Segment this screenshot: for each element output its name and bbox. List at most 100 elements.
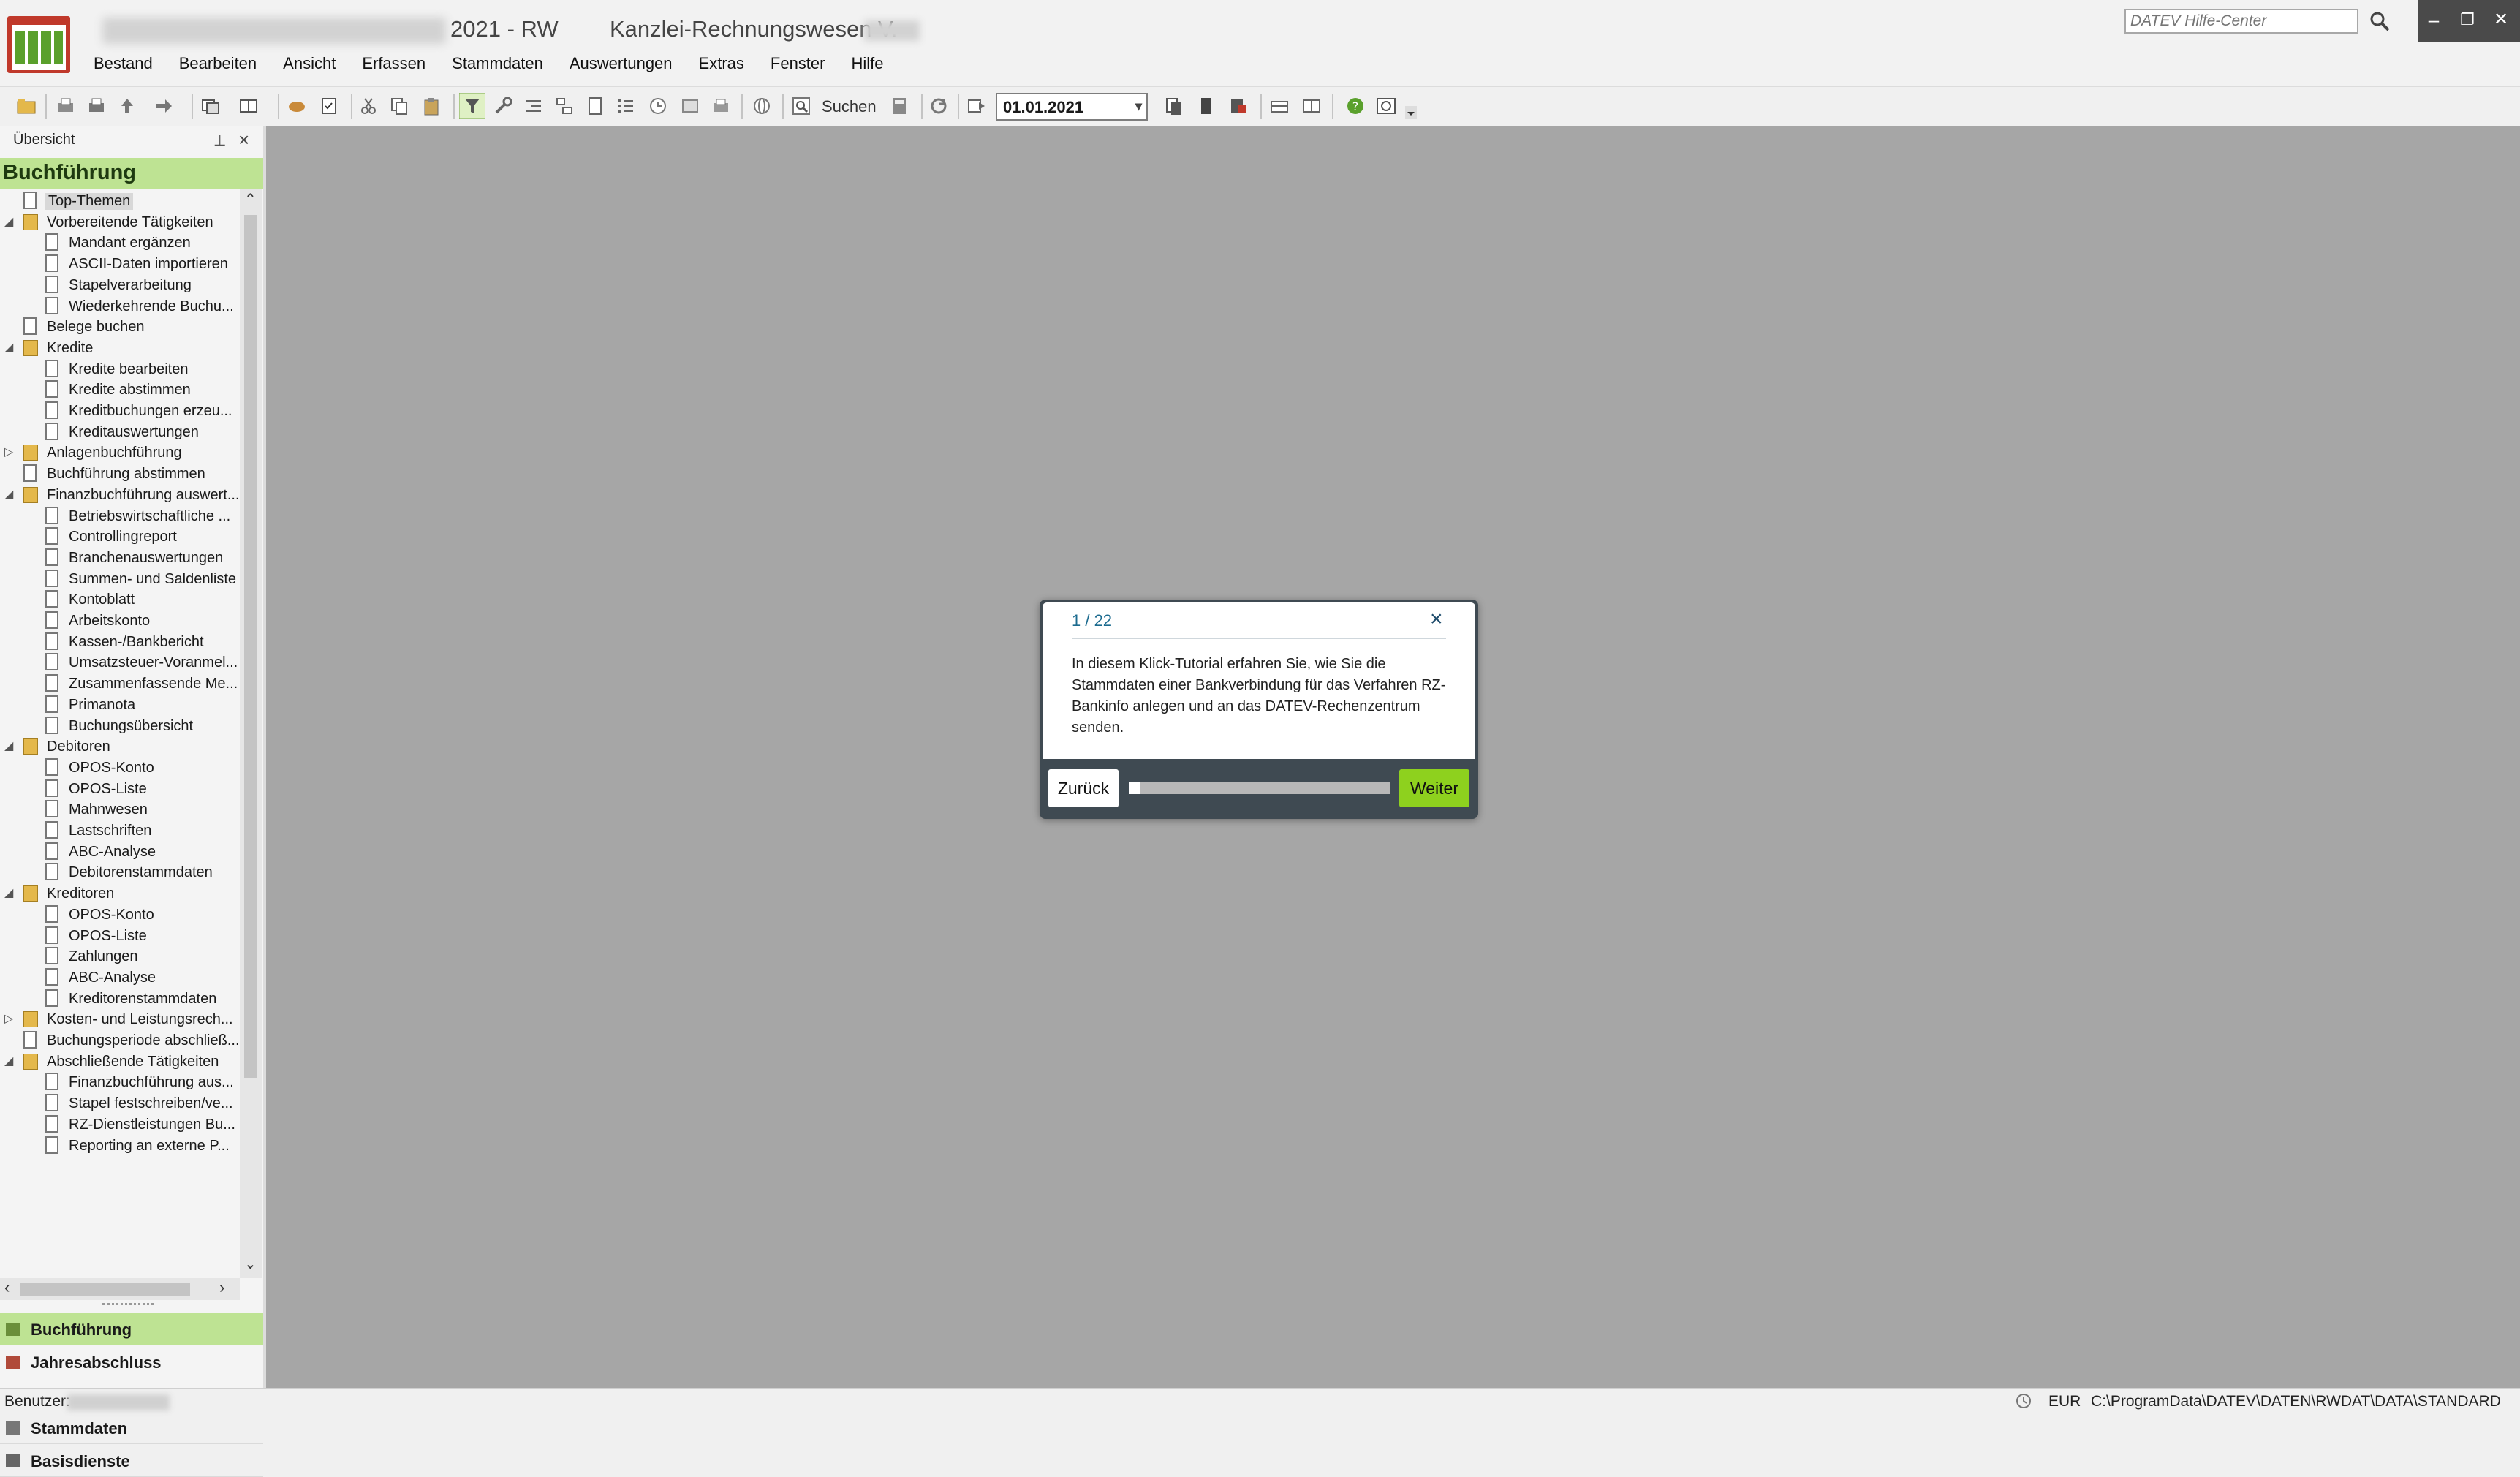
- pin-icon[interactable]: ⊥: [213, 132, 226, 150]
- tree-folder[interactable]: ◢ Kredite: [0, 339, 240, 359]
- inbox-icon[interactable]: [1269, 96, 1290, 116]
- tree-item[interactable]: Kreditorenstammdaten: [0, 989, 240, 1010]
- scroll-up-icon[interactable]: ⌃: [244, 190, 257, 208]
- tree-item[interactable]: ABC-Analyse: [0, 968, 240, 989]
- search-icon[interactable]: [2367, 9, 2392, 34]
- structure-icon[interactable]: [554, 96, 575, 116]
- help-center-search-input[interactable]: [2124, 9, 2358, 34]
- tree-item[interactable]: Finanzbuchführung aus...: [0, 1073, 240, 1093]
- tree-vertical-scrollbar[interactable]: ⌃ ⌄: [240, 189, 262, 1278]
- scroll-down-icon[interactable]: ⌄: [244, 1255, 257, 1273]
- expand-icon[interactable]: ▷: [4, 1011, 16, 1026]
- menu-stammdaten[interactable]: Stammdaten: [440, 51, 558, 80]
- tree-item[interactable]: Kredite abstimmen: [0, 380, 240, 401]
- collapse-icon[interactable]: ◢: [4, 487, 16, 502]
- tree-item[interactable]: Kontoblatt: [0, 590, 240, 611]
- tree-item[interactable]: Lastschriften: [0, 821, 240, 842]
- tree-item[interactable]: Stapelverarbeitung: [0, 276, 240, 296]
- paste-icon[interactable]: [421, 96, 442, 116]
- collapse-icon[interactable]: ◢: [4, 214, 16, 229]
- open-folder-icon[interactable]: [16, 96, 37, 116]
- collapse-icon[interactable]: ◢: [4, 1054, 16, 1068]
- menu-extras[interactable]: Extras: [687, 51, 759, 80]
- minimize-button[interactable]: –: [2421, 7, 2446, 32]
- tree-item[interactable]: ABC-Analyse: [0, 842, 240, 863]
- menu-hilfe[interactable]: Hilfe: [839, 51, 898, 80]
- tree-item[interactable]: Zahlungen: [0, 947, 240, 967]
- tree-folder[interactable]: ◢ Kreditoren: [0, 884, 240, 904]
- calendar-arrow-icon[interactable]: [966, 96, 987, 116]
- maximize-button[interactable]: ❐: [2455, 7, 2480, 32]
- help-icon[interactable]: ?: [1345, 96, 1366, 116]
- calculator-icon[interactable]: [889, 96, 909, 116]
- tree-item[interactable]: OPOS-Liste: [0, 926, 240, 947]
- find-icon[interactable]: [791, 96, 811, 116]
- next-button[interactable]: Weiter: [1399, 769, 1469, 807]
- chevron-down-icon[interactable]: ▾: [1135, 99, 1142, 114]
- menu-bestand[interactable]: Bestand: [82, 51, 167, 80]
- forward-icon[interactable]: [154, 96, 174, 116]
- export-up-icon[interactable]: [117, 96, 137, 116]
- menu-fenster[interactable]: Fenster: [759, 51, 840, 80]
- tree-item[interactable]: Kassen-/Bankbericht: [0, 632, 240, 653]
- splitter-grip[interactable]: [102, 1303, 154, 1310]
- tree-item[interactable]: Branchenauswertungen: [0, 548, 240, 569]
- tree-item[interactable]: Kreditbuchungen erzeu...: [0, 401, 240, 422]
- cut-icon[interactable]: [358, 96, 379, 116]
- checklist-icon[interactable]: [319, 96, 339, 116]
- print-stack-icon[interactable]: [711, 96, 731, 116]
- tree-folder[interactable]: ◢ Debitoren: [0, 737, 240, 758]
- date-selector[interactable]: 01.01.2021 ▾: [996, 93, 1148, 121]
- print-icon[interactable]: [86, 96, 107, 116]
- tree-item[interactable]: Buchführung abstimmen: [0, 464, 240, 485]
- clock-icon[interactable]: [648, 96, 668, 116]
- tree-item[interactable]: Primanota: [0, 695, 240, 716]
- tree-item[interactable]: Kredite bearbeiten: [0, 360, 240, 380]
- refresh-icon[interactable]: [928, 96, 949, 116]
- tree-item[interactable]: Top-Themen: [0, 192, 240, 212]
- tree-folder[interactable]: ◢ Abschließende Tätigkeiten: [0, 1052, 240, 1073]
- tree-item[interactable]: Buchungsübersicht: [0, 717, 240, 737]
- module-nav-item[interactable]: Jahresabschluss: [0, 1346, 263, 1378]
- tree-item[interactable]: ASCII-Daten importieren: [0, 254, 240, 275]
- handshake-icon[interactable]: [287, 96, 307, 116]
- tree-item[interactable]: Stapel festschreiben/ve...: [0, 1094, 240, 1114]
- menu-ansicht[interactable]: Ansicht: [271, 51, 350, 80]
- menu-auswertungen[interactable]: Auswertungen: [558, 51, 687, 80]
- tree-item[interactable]: Arbeitskonto: [0, 611, 240, 632]
- tree-item[interactable]: Controllingreport: [0, 527, 240, 548]
- collapse-icon[interactable]: ◢: [4, 738, 16, 753]
- scroll-right-icon[interactable]: ›: [219, 1278, 224, 1297]
- globe-icon[interactable]: [752, 96, 772, 116]
- scroll-thumb[interactable]: [244, 215, 257, 1078]
- tree-item[interactable]: OPOS-Konto: [0, 905, 240, 926]
- lexinform-icon[interactable]: [1376, 96, 1396, 116]
- book-icon[interactable]: [1196, 96, 1217, 116]
- tree-item[interactable]: Kreditauswertungen: [0, 423, 240, 443]
- close-icon[interactable]: ×: [238, 129, 249, 151]
- toolbar-overflow-icon[interactable]: [1405, 106, 1417, 119]
- tree-folder[interactable]: ◢ Vorbereitende Tätigkeiten: [0, 213, 240, 233]
- back-button[interactable]: Zurück: [1048, 769, 1119, 807]
- scroll-left-icon[interactable]: ‹: [4, 1278, 10, 1297]
- list-icon[interactable]: [616, 96, 636, 116]
- tree-horizontal-scrollbar[interactable]: ‹ ›: [0, 1278, 240, 1300]
- tree-folder[interactable]: ▷ Anlagenbuchführung: [0, 443, 240, 464]
- tree-item[interactable]: Wiederkehrende Buchu...: [0, 297, 240, 317]
- module-nav-item[interactable]: Basisdienste: [0, 1445, 263, 1477]
- close-icon[interactable]: ×: [1430, 607, 1443, 632]
- tree-item[interactable]: Zusammenfassende Me...: [0, 674, 240, 695]
- tree-item[interactable]: Summen- und Saldenliste: [0, 570, 240, 590]
- tree-folder[interactable]: ▷ Kosten- und Leistungsrech...: [0, 1010, 240, 1030]
- window-icon[interactable]: [680, 96, 700, 116]
- collapse-icon[interactable]: ◢: [4, 340, 16, 355]
- open-book-icon[interactable]: [1301, 96, 1322, 116]
- tree-item[interactable]: OPOS-Konto: [0, 758, 240, 779]
- tree-item[interactable]: Reporting an externe P...: [0, 1136, 240, 1157]
- module-nav-item[interactable]: Stammdaten: [0, 1412, 263, 1444]
- copy-icon[interactable]: [389, 96, 409, 116]
- collapse-icon[interactable]: ◢: [4, 885, 16, 900]
- document-icon[interactable]: [585, 96, 605, 116]
- document-stack-icon[interactable]: [1164, 96, 1184, 116]
- module-nav-item[interactable]: Buchführung: [0, 1313, 263, 1345]
